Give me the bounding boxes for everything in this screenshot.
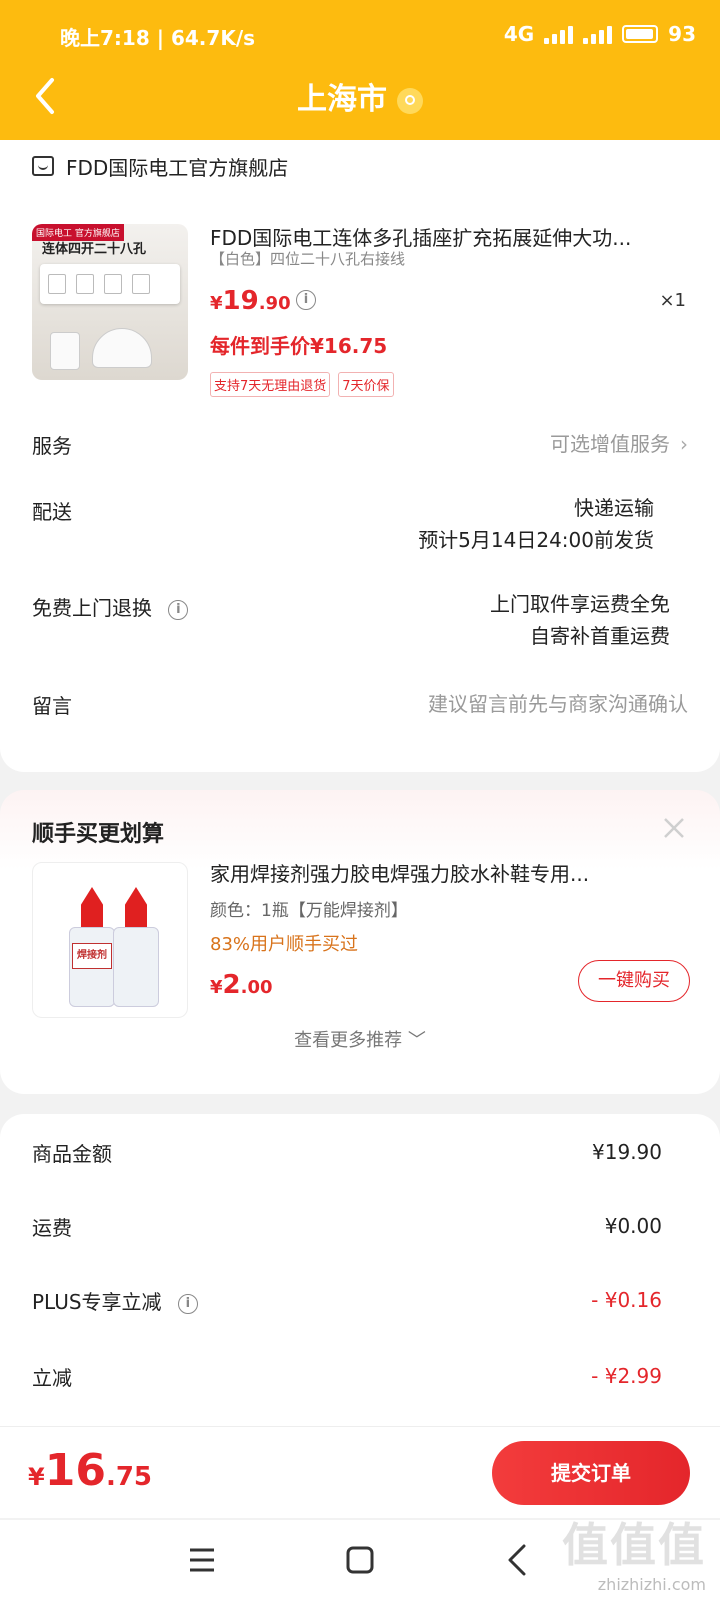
location-icon: [397, 87, 423, 114]
service-label: 服务: [32, 434, 72, 458]
navbar: 上海市: [0, 66, 720, 126]
status-time-speed: 晚上7:18 | 64.7K/s: [60, 26, 256, 50]
watermark-url: zhizhizhi.com: [597, 1575, 706, 1594]
header: 晚上7:18 | 64.7K/s 4G 93 上海市: [0, 0, 720, 140]
final-price: 每件到手价¥16.75: [210, 334, 388, 358]
shipping-value: ¥0.00: [604, 1214, 662, 1238]
message-input[interactable]: 建议留言前先与商家沟通确认: [428, 688, 688, 720]
store-row[interactable]: FDD国际电工官方旗舰店: [32, 148, 288, 184]
message-row[interactable]: 留言 建议留言前先与商家沟通确认: [32, 690, 688, 726]
return-value: 上门取件享运费全免 自寄补首重运费: [490, 588, 670, 652]
service-value: 可选增值服务 ›: [550, 428, 688, 460]
product-price: ¥19.90: [210, 286, 291, 316]
product-image[interactable]: 国际电工 官方旗舰店 连体四开二十八孔: [32, 224, 188, 380]
recommend-title: 顺手买更划算: [32, 822, 165, 847]
discount-value: - ¥2.99: [591, 1364, 662, 1388]
status-indicators: 4G 93: [504, 22, 696, 46]
signal-icon-2: [583, 24, 613, 44]
home-icon[interactable]: [340, 1540, 380, 1580]
recommend-card: 顺手买更划算 焊接剂 家用焊接剂强力胶电焊强力胶水补鞋专用... 颜色：1瓶【万…: [0, 790, 720, 1094]
message-label: 留言: [32, 694, 72, 718]
price-yen: ¥: [210, 293, 223, 314]
system-nav-bar: 值值值 zhizhizhi.com: [0, 1518, 720, 1600]
submit-order-button[interactable]: 提交订单: [492, 1441, 690, 1505]
badge-price-protect: 7天价保: [338, 372, 394, 397]
delivery-method: 快递运输: [574, 496, 654, 520]
rec-price-int: 2: [222, 970, 241, 1000]
goods-amount-row: 商品金额 ¥19.90: [32, 1138, 662, 1178]
store-name: FDD国际电工官方旗舰店: [66, 155, 289, 180]
bottle-graphic: 焊接剂: [69, 887, 115, 1007]
recommend-product-title[interactable]: 家用焊接剂强力胶电焊强力胶水补鞋专用...: [210, 858, 688, 887]
summary-card: 商品金额 ¥19.90 运费 ¥0.00 PLUS专享立减 i - ¥0.16 …: [0, 1114, 720, 1434]
discount-row: 立减 - ¥2.99: [32, 1362, 662, 1402]
watermark-logo: 值值值: [562, 1518, 706, 1572]
checkout-bar: ¥16.75 提交订单: [0, 1426, 720, 1518]
price-dec: .90: [258, 293, 291, 314]
order-card: FDD国际电工官方旗舰店 国际电工 官方旗舰店 连体四开二十八孔 FDD国际电工…: [0, 140, 720, 772]
product-image-text: 连体四开二十八孔: [42, 242, 147, 257]
rec-price-yen: ¥: [210, 977, 223, 998]
store-icon: [32, 156, 54, 176]
battery-level: 93: [668, 22, 696, 46]
chevron-right-icon: ›: [680, 432, 688, 456]
network-label: 4G: [503, 22, 535, 46]
signal-icon: [544, 24, 574, 44]
plus-discount-value: - ¥0.16: [591, 1288, 662, 1312]
power-strip-graphic: [40, 264, 180, 304]
bottle-graphic-2: [113, 887, 159, 1007]
plus-discount-label: PLUS专享立减: [32, 1290, 162, 1314]
shipping-label: 运费: [32, 1216, 72, 1240]
product-title[interactable]: FDD国际电工连体多孔插座扩充拓展延伸大功...: [210, 222, 688, 251]
one-click-buy-button[interactable]: 一键购买: [578, 960, 690, 1002]
discount-label: 立减: [32, 1366, 72, 1390]
cooker-graphic: [92, 328, 152, 368]
see-more-recommend[interactable]: 查看更多推荐 ﹀: [0, 1026, 720, 1052]
rec-price-dec: .00: [240, 977, 273, 998]
return-label-text: 免费上门退换: [32, 596, 152, 620]
total-price: ¥16.75: [28, 1445, 152, 1496]
city-label: 上海市: [297, 82, 387, 117]
return-info-icon[interactable]: i: [168, 599, 189, 620]
close-icon[interactable]: [658, 812, 690, 844]
service-row[interactable]: 服务 可选增值服务 ›: [32, 430, 688, 466]
menu-icon[interactable]: [182, 1540, 222, 1580]
status-bar: 晚上7:18 | 64.7K/s 4G 93: [0, 18, 720, 52]
return-value-2: 自寄补首重运费: [530, 624, 670, 648]
plus-info-icon[interactable]: i: [177, 1293, 198, 1314]
product-spec[interactable]: 【白色】四位二十八孔右接线: [210, 248, 405, 269]
goods-amount-value: ¥19.90: [592, 1140, 662, 1164]
delivery-eta: 预计5月14日24:00前发货: [418, 528, 654, 552]
recommend-price: ¥2.00: [210, 970, 273, 1000]
watermark: 值值值 zhizhizhi.com: [562, 1509, 706, 1594]
quantity[interactable]: ×1: [659, 290, 686, 311]
plus-discount-row: PLUS专享立减 i - ¥0.16: [32, 1286, 662, 1326]
return-row[interactable]: 免费上门退换 i 上门取件享运费全免 自寄补首重运费: [32, 592, 688, 662]
recommend-bought: 83%用户顺手买过: [210, 934, 359, 955]
badge-return: 支持7天无理由退货: [210, 372, 331, 397]
total-yen: ¥: [28, 1463, 45, 1491]
back-icon[interactable]: [498, 1540, 538, 1580]
shipping-row: 运费 ¥0.00: [32, 1212, 662, 1252]
delivery-label: 配送: [32, 500, 72, 524]
price-int: 19: [222, 286, 259, 316]
recommend-spec[interactable]: 颜色：1瓶【万能焊接剂】: [210, 896, 408, 921]
product-badges: 支持7天无理由退货 7天价保: [210, 372, 394, 397]
bottle-label: 焊接剂: [72, 943, 112, 969]
total-int: 16: [44, 1445, 106, 1496]
recommend-image[interactable]: 焊接剂: [32, 862, 188, 1018]
delivery-value: 快递运输 预计5月14日24:00前发货: [418, 492, 654, 556]
delivery-row[interactable]: 配送 快递运输 预计5月14日24:00前发货: [32, 496, 688, 566]
service-value-text: 可选增值服务: [550, 432, 670, 456]
kettle-graphic: [50, 332, 80, 370]
return-label: 免费上门退换 i: [32, 592, 189, 621]
total-dec: .75: [105, 1462, 152, 1492]
return-value-1: 上门取件享运费全免: [490, 592, 670, 616]
page-title[interactable]: 上海市: [0, 74, 720, 118]
goods-amount-label: 商品金额: [32, 1142, 112, 1166]
battery-icon: [622, 25, 659, 43]
price-info-icon[interactable]: i: [296, 290, 316, 310]
